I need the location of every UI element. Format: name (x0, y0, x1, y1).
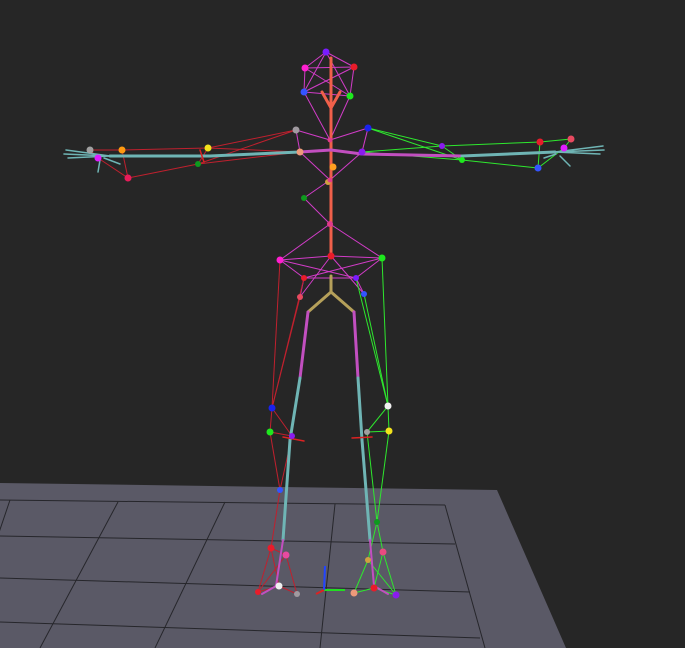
marker[interactable] (358, 148, 366, 156)
marker[interactable] (301, 275, 307, 281)
3d-viewport[interactable] (0, 0, 685, 648)
marker[interactable] (301, 64, 309, 72)
left-arm-links (361, 127, 572, 169)
marker[interactable] (364, 429, 370, 435)
marker[interactable] (379, 548, 387, 556)
marker[interactable] (365, 557, 371, 563)
marker[interactable] (560, 144, 568, 152)
marker[interactable] (267, 544, 275, 552)
marker[interactable] (327, 137, 333, 143)
bone-clavicle-left (329, 148, 364, 156)
marker[interactable] (268, 404, 276, 412)
marker[interactable] (275, 582, 283, 590)
marker[interactable] (195, 161, 201, 167)
marker[interactable] (536, 138, 544, 146)
scene-canvas[interactable] (0, 0, 685, 648)
marker[interactable] (378, 254, 386, 262)
marker[interactable] (297, 294, 303, 300)
marker[interactable] (385, 427, 393, 435)
marker[interactable] (350, 589, 358, 597)
marker[interactable] (327, 177, 333, 183)
marker[interactable] (459, 157, 465, 163)
axis-y (323, 565, 326, 591)
marker[interactable] (292, 126, 300, 134)
floor (0, 483, 566, 648)
bone-upperarm-left (360, 152, 464, 158)
marker[interactable] (204, 144, 212, 152)
marker[interactable] (384, 402, 392, 410)
marker[interactable] (124, 174, 132, 182)
bone-hip-left (306, 290, 333, 314)
marker[interactable] (266, 428, 274, 436)
bone-hip-right (329, 290, 356, 314)
bone-upperarm-right (208, 150, 302, 158)
marker[interactable] (276, 256, 284, 264)
marker[interactable] (322, 48, 330, 56)
marker[interactable] (327, 221, 333, 227)
bone-forearm-left (460, 150, 557, 158)
marker[interactable] (374, 519, 380, 525)
marker[interactable] (392, 591, 400, 599)
marker[interactable] (439, 143, 445, 149)
marker[interactable] (364, 124, 372, 132)
marker[interactable] (567, 135, 575, 143)
marker[interactable] (118, 146, 126, 154)
marker[interactable] (329, 163, 337, 171)
marker[interactable] (346, 92, 354, 100)
bone-shin-left (356, 376, 364, 442)
marker[interactable] (301, 195, 307, 201)
marker[interactable] (289, 433, 295, 439)
hand-right (63, 149, 121, 173)
bone-thigh-right (298, 310, 310, 380)
bone-thigh-left (352, 310, 360, 380)
marker[interactable] (353, 275, 359, 281)
marker[interactable] (296, 148, 304, 156)
marker[interactable] (300, 88, 308, 96)
marker[interactable] (534, 164, 542, 172)
bone-clavicle-right (298, 148, 333, 154)
marker[interactable] (294, 591, 300, 597)
marker[interactable] (94, 154, 102, 162)
marker[interactable] (350, 63, 358, 71)
marker[interactable] (282, 551, 290, 559)
ground-plane (0, 483, 566, 648)
marker[interactable] (277, 487, 283, 493)
marker[interactable] (370, 584, 378, 592)
knee-tick-left (351, 436, 373, 439)
marker[interactable] (86, 146, 94, 154)
marker[interactable] (327, 252, 335, 260)
marker[interactable] (361, 291, 367, 297)
marker[interactable] (255, 589, 261, 595)
bone-shin-right (288, 376, 302, 442)
